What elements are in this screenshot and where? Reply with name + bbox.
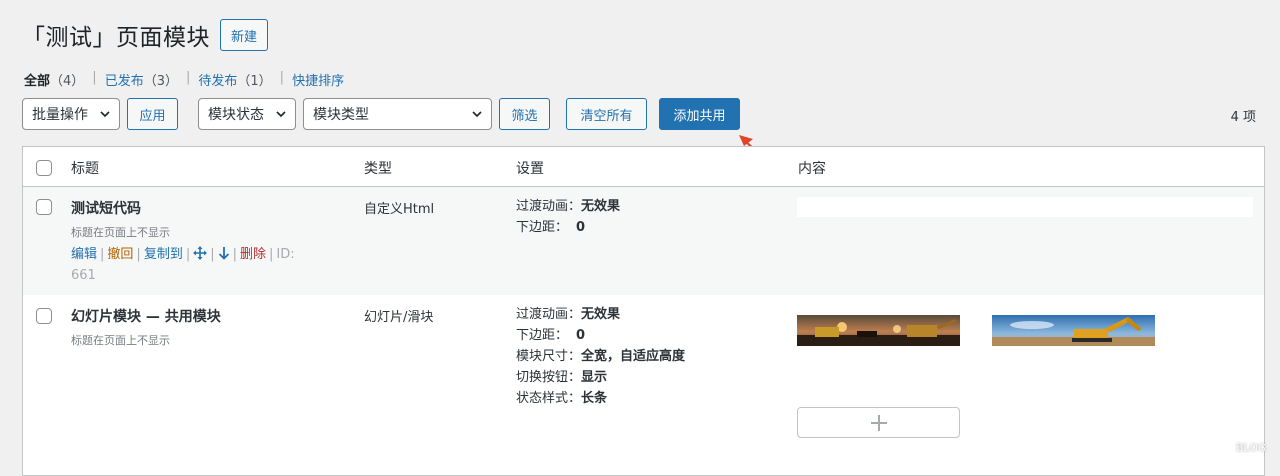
content-preview [797,197,1253,217]
view-published[interactable]: 已发布（3） [105,70,178,89]
filter-button[interactable]: 筛选 [499,98,550,130]
view-all[interactable]: 全部（4） [24,70,84,89]
bulk-actions-select[interactable]: 批量操作 [22,98,120,130]
copy-to-link[interactable]: 复制到 [144,247,183,262]
row-title[interactable]: 测试短代码 [71,198,141,218]
row-id-label: ID: [276,247,295,262]
column-settings-header: 设置 [516,161,544,177]
clear-all-button[interactable]: 清空所有 [566,98,647,130]
plus-icon [870,414,887,431]
row-settings: 过渡动画：无效果 下边距： 0 模块尺寸：全宽，自适应高度 切换按钮：显示 状态样… [516,307,686,406]
column-content-header: 内容 [798,161,826,177]
new-button[interactable]: 新建 [220,19,269,51]
row-id: 661 [71,268,96,283]
row-note: 标题在页面上不显示 [71,334,170,347]
row-title[interactable]: 幻灯片模块 — 共用模块 [71,306,221,326]
slide-thumbnail-2[interactable] [992,315,1155,346]
column-type-header: 类型 [364,161,392,177]
row-checkbox[interactable] [36,308,52,324]
table-row: 幻灯片模块 — 共用模块 标题在页面上不显示 幻灯片/滑块 过渡动画：无效果 下… [23,295,1264,475]
row-note: 标题在页面上不显示 [71,226,170,239]
add-shared-button[interactable]: 添加共用 [659,98,740,130]
column-title-header[interactable]: 标题 [71,158,99,178]
row-type: 幻灯片/滑块 [364,310,434,325]
table-toolbar: 批量操作 应用 模块状态 模块类型 筛选 清空所有 添加共用 4 项 [22,98,1258,132]
table-row: 测试短代码 标题在页面上不显示 编辑 | 撤回 | 复制到 | | | 删除 | ID: 661 自定… [23,187,1264,295]
row-checkbox[interactable] [36,199,52,215]
row-settings: 过渡动画：无效果 下边距： 0 [516,199,621,235]
watermark-logo: BLOG [1235,443,1266,454]
table-header: 标题 类型 设置 内容 [23,147,1264,187]
edit-link[interactable]: 编辑 [71,247,97,262]
page-header: 「测试」页面模块 新建 [22,18,269,52]
chevron-down-icon [276,111,286,118]
status-views: 全部（4） | 已发布（3） | 待发布（1） | 快捷排序 [24,70,345,89]
delete-link[interactable]: 删除 [240,247,266,262]
row-actions: 编辑 | 撤回 | 复制到 | | | 删除 | ID: 661 [71,246,295,283]
arrow-down-icon[interactable] [218,246,230,260]
page-title: 「测试」页面模块 [22,25,210,51]
row-type: 自定义Html [364,202,435,217]
items-count: 4 项 [1230,110,1256,125]
module-type-select[interactable]: 模块类型 [303,98,492,130]
add-slide-button[interactable] [797,407,960,438]
move-icon[interactable] [193,246,208,260]
chevron-down-icon [472,111,482,118]
modules-table: 标题 类型 设置 内容 测试短代码 标题在页面上不显示 编辑 | 撤回 | 复制到 | | |… [22,146,1265,476]
select-all-checkbox[interactable] [36,160,52,176]
module-status-select[interactable]: 模块状态 [198,98,296,130]
apply-button[interactable]: 应用 [127,98,178,130]
slide-thumbnail-1[interactable] [797,315,960,346]
view-pending[interactable]: 待发布（1） [198,70,271,89]
chevron-down-icon [100,111,110,118]
view-quick-sort[interactable]: 快捷排序 [292,70,344,89]
revoke-link[interactable]: 撤回 [107,247,133,262]
